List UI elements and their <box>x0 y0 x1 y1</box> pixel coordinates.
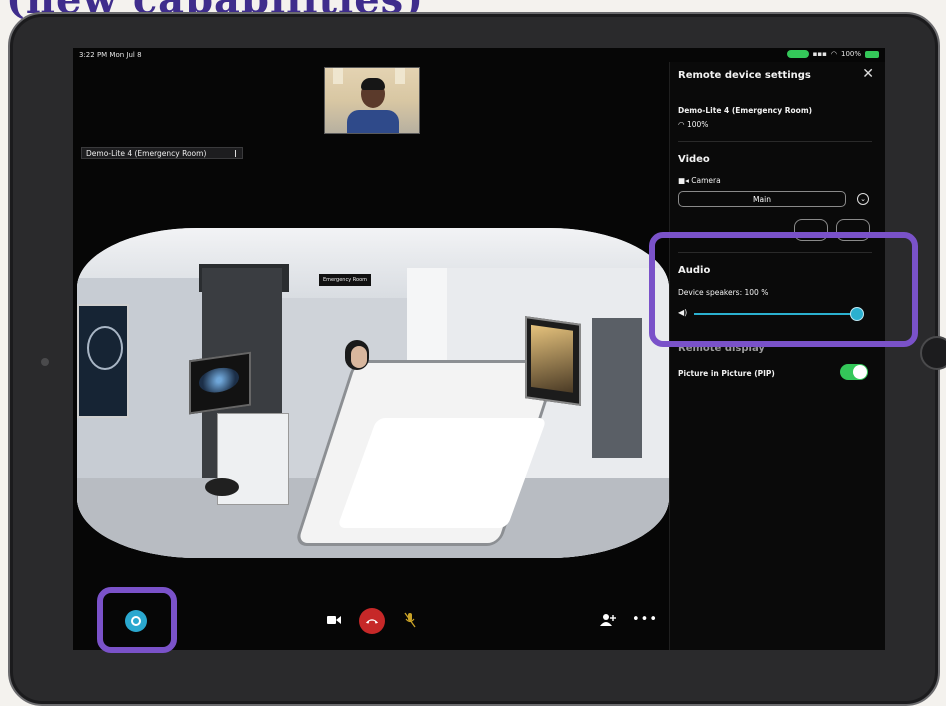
close-icon[interactable]: ✕ <box>862 66 874 82</box>
divider <box>678 141 872 142</box>
chat-highlight-frame <box>97 587 177 653</box>
remote-video-feed: Emergency Room <box>77 228 669 558</box>
battery-icon <box>865 50 879 58</box>
add-participant-icon[interactable] <box>600 613 616 627</box>
imaging-monitor <box>525 316 581 406</box>
self-view-person <box>347 110 399 133</box>
front-camera <box>41 358 49 366</box>
video-heading: Video <box>678 154 710 165</box>
vitals-monitor <box>189 351 251 415</box>
pip-label: Picture in Picture (PIP) <box>678 369 775 378</box>
chevron-down-icon[interactable]: ⌄ <box>857 193 869 205</box>
battery-percent: 100% <box>840 50 861 58</box>
video-camera-icon[interactable] <box>327 614 341 626</box>
wifi-strength-value: 100% <box>686 120 709 129</box>
more-options-icon[interactable]: ••• <box>632 611 657 627</box>
remote-device-settings-panel: Remote device settings ✕ Demo-Lite 4 (Em… <box>669 62 885 650</box>
xray-monitor <box>77 304 129 418</box>
wifi-status-icon: ◠ <box>830 50 837 58</box>
camera-label: Camera <box>691 176 721 185</box>
microphone-muted-icon[interactable] <box>403 612 417 628</box>
signal-icon: ▪▪▪ <box>812 50 827 58</box>
camera-icon: ■◂ <box>678 176 689 185</box>
wifi-icon: ◠ <box>678 120 685 129</box>
status-bar: 3:22 PM Mon Jul 8 ▪▪▪ ◠ 100% <box>73 48 885 62</box>
call-indicator-icon <box>786 50 809 58</box>
status-time: 3:22 PM Mon Jul 8 <box>79 51 142 59</box>
audio-highlight-frame <box>649 232 918 347</box>
panel-title: Remote device settings <box>678 70 811 81</box>
room-sign: Emergency Room <box>319 274 371 286</box>
home-button[interactable] <box>920 336 946 370</box>
status-indicators: ▪▪▪ ◠ 100% <box>786 50 879 58</box>
app-screen: 3:22 PM Mon Jul 8 ▪▪▪ ◠ 100% Demo-Lite 4… <box>73 48 885 650</box>
self-view-pip[interactable] <box>324 67 420 134</box>
pip-toggle[interactable] <box>840 364 868 380</box>
device-wifi-strength: ◠ 100% <box>678 120 708 129</box>
room-label-text: Demo-Lite 4 (Emergency Room) <box>86 149 207 158</box>
hang-up-icon[interactable] <box>359 608 385 634</box>
camera-label-row: ■◂ Camera <box>678 176 721 185</box>
device-name: Demo-Lite 4 (Emergency Room) <box>678 106 813 115</box>
camera-select[interactable]: Main <box>678 191 846 207</box>
room-label[interactable]: Demo-Lite 4 (Emergency Room) <box>81 147 243 159</box>
